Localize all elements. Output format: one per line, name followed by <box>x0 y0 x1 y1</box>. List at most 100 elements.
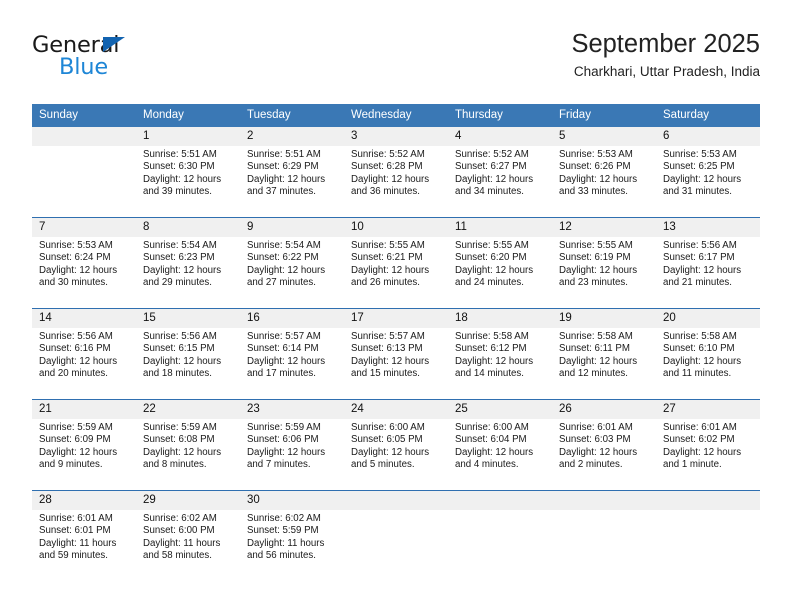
day-number-25[interactable]: 25 <box>448 399 552 419</box>
day-number-21[interactable]: 21 <box>32 399 136 419</box>
day-number-2[interactable]: 2 <box>240 127 344 146</box>
day-details-12[interactable]: Sunrise: 5:55 AM Sunset: 6:19 PM Daylight:… <box>552 237 656 309</box>
calendar-grid: Sunday Monday Tuesday Wednesday Thursday Frid… <box>32 104 760 581</box>
day-number-17[interactable]: 17 <box>344 308 448 328</box>
day-detail-line: Sunrise: 5:59 AM <box>39 422 113 433</box>
day-number-4[interactable]: 4 <box>448 127 552 146</box>
day-details-16[interactable]: Sunrise: 5:57 AM Sunset: 6:14 PM Daylight:… <box>240 328 344 400</box>
day-details-26[interactable]: Sunrise: 6:01 AM Sunset: 6:03 PM Daylight:… <box>552 419 656 491</box>
week-detail-row: Sunrise: 6:01 AM Sunset: 6:01 PM Daylight:… <box>32 510 760 581</box>
day-details-10[interactable]: Sunrise: 5:55 AM Sunset: 6:21 PM Daylight:… <box>344 237 448 309</box>
day-details-8[interactable]: Sunrise: 5:54 AM Sunset: 6:23 PM Daylight:… <box>136 237 240 309</box>
day-number-14[interactable]: 14 <box>32 308 136 328</box>
day-details-2[interactable]: Sunrise: 5:51 AM Sunset: 6:29 PM Daylight:… <box>240 146 344 218</box>
day-details-9[interactable]: Sunrise: 5:54 AM Sunset: 6:22 PM Daylight:… <box>240 237 344 309</box>
day-details-23[interactable]: Sunrise: 5:59 AM Sunset: 6:06 PM Daylight:… <box>240 419 344 491</box>
day-detail-line: Daylight: 12 hours <box>663 446 742 458</box>
day-number-23[interactable]: 23 <box>240 399 344 419</box>
day-details-29[interactable]: Sunrise: 6:02 AM Sunset: 6:00 PM Daylight:… <box>136 510 240 581</box>
day-details-3[interactable]: Sunrise: 5:52 AM Sunset: 6:28 PM Daylight:… <box>344 146 448 218</box>
day-number-8[interactable]: 8 <box>136 217 240 237</box>
day-details-24[interactable]: Sunrise: 6:00 AM Sunset: 6:05 PM Daylight:… <box>344 419 448 491</box>
day-number-9[interactable]: 9 <box>240 217 344 237</box>
day-number-20[interactable]: 20 <box>656 308 760 328</box>
day-number-24[interactable]: 24 <box>344 399 448 419</box>
day-detail-line: Daylight: 12 hours <box>663 173 742 185</box>
day-detail-line: Sunrise: 5:58 AM <box>559 331 633 342</box>
day-detail-line: and 2 minutes. <box>559 459 623 471</box>
day-details-5[interactable]: Sunrise: 5:53 AM Sunset: 6:26 PM Daylight:… <box>552 146 656 218</box>
day-number-11[interactable]: 11 <box>448 217 552 237</box>
day-details-15[interactable]: Sunrise: 5:56 AM Sunset: 6:15 PM Daylight:… <box>136 328 240 400</box>
weekday-header-thursday: Thursday <box>448 104 552 127</box>
day-number-27[interactable]: 27 <box>656 399 760 419</box>
day-details-18[interactable]: Sunrise: 5:58 AM Sunset: 6:12 PM Daylight:… <box>448 328 552 400</box>
day-detail-line: Sunset: 6:01 PM <box>39 525 111 537</box>
day-details-28[interactable]: Sunrise: 6:01 AM Sunset: 6:01 PM Daylight:… <box>32 510 136 581</box>
day-details-empty <box>448 510 552 581</box>
day-number-16[interactable]: 16 <box>240 308 344 328</box>
day-details-20[interactable]: Sunrise: 5:58 AM Sunset: 6:10 PM Daylight:… <box>656 328 760 400</box>
day-details-22[interactable]: Sunrise: 5:59 AM Sunset: 6:08 PM Daylight:… <box>136 419 240 491</box>
calendar-page: General Blue September 2025 Charkhari, U… <box>0 0 792 612</box>
day-detail-line: Sunrise: 5:59 AM <box>143 422 217 433</box>
day-number-3[interactable]: 3 <box>344 127 448 146</box>
day-details-6[interactable]: Sunrise: 5:53 AM Sunset: 6:25 PM Daylight:… <box>656 146 760 218</box>
brand-logo[interactable]: General Blue <box>32 28 272 88</box>
day-details-4[interactable]: Sunrise: 5:52 AM Sunset: 6:27 PM Daylight:… <box>448 146 552 218</box>
day-number-30[interactable]: 30 <box>240 490 344 510</box>
day-detail-line: Sunrise: 5:55 AM <box>455 240 529 251</box>
day-details-13[interactable]: Sunrise: 5:56 AM Sunset: 6:17 PM Daylight:… <box>656 237 760 309</box>
day-detail-line: Sunrise: 6:00 AM <box>351 422 425 433</box>
day-number-13[interactable]: 13 <box>656 217 760 237</box>
day-number-18[interactable]: 18 <box>448 308 552 328</box>
day-detail-line: Daylight: 12 hours <box>455 173 534 185</box>
day-detail-line: Sunset: 6:05 PM <box>351 434 423 446</box>
day-detail-line: Daylight: 12 hours <box>559 173 638 185</box>
day-number-12[interactable]: 12 <box>552 217 656 237</box>
day-detail-line: Daylight: 12 hours <box>39 264 118 276</box>
day-details-27[interactable]: Sunrise: 6:01 AM Sunset: 6:02 PM Daylight:… <box>656 419 760 491</box>
day-details-7[interactable]: Sunrise: 5:53 AM Sunset: 6:24 PM Daylight:… <box>32 237 136 309</box>
week-detail-row: Sunrise: 5:56 AM Sunset: 6:16 PM Daylight:… <box>32 328 760 400</box>
day-detail-line: Sunset: 6:16 PM <box>39 343 111 355</box>
day-detail-line: Sunrise: 5:52 AM <box>351 149 425 160</box>
day-details-17[interactable]: Sunrise: 5:57 AM Sunset: 6:13 PM Daylight:… <box>344 328 448 400</box>
day-details-empty <box>656 510 760 581</box>
day-details-25[interactable]: Sunrise: 6:00 AM Sunset: 6:04 PM Daylight:… <box>448 419 552 491</box>
day-number-22[interactable]: 22 <box>136 399 240 419</box>
day-number-10[interactable]: 10 <box>344 217 448 237</box>
day-details-19[interactable]: Sunrise: 5:58 AM Sunset: 6:11 PM Daylight:… <box>552 328 656 400</box>
day-number-1[interactable]: 1 <box>136 127 240 146</box>
day-details-30[interactable]: Sunrise: 6:02 AM Sunset: 5:59 PM Daylight:… <box>240 510 344 581</box>
page-subtitle: Charkhari, Uttar Pradesh, India <box>573 64 760 79</box>
day-detail-line: and 1 minute. <box>663 459 722 471</box>
day-detail-line: Sunrise: 5:58 AM <box>455 331 529 342</box>
day-number-29[interactable]: 29 <box>136 490 240 510</box>
day-number-19[interactable]: 19 <box>552 308 656 328</box>
day-detail-line: and 56 minutes. <box>247 550 316 562</box>
day-number-6[interactable]: 6 <box>656 127 760 146</box>
day-details-11[interactable]: Sunrise: 5:55 AM Sunset: 6:20 PM Daylight:… <box>448 237 552 309</box>
day-detail-line: Daylight: 12 hours <box>143 446 222 458</box>
day-details-14[interactable]: Sunrise: 5:56 AM Sunset: 6:16 PM Daylight:… <box>32 328 136 400</box>
day-details-21[interactable]: Sunrise: 5:59 AM Sunset: 6:09 PM Daylight:… <box>32 419 136 491</box>
day-detail-line: Sunrise: 5:56 AM <box>663 240 737 251</box>
day-number-28[interactable]: 28 <box>32 490 136 510</box>
day-details-1[interactable]: Sunrise: 5:51 AM Sunset: 6:30 PM Daylight:… <box>136 146 240 218</box>
day-number-15[interactable]: 15 <box>136 308 240 328</box>
day-number-5[interactable]: 5 <box>552 127 656 146</box>
weekday-header-friday: Friday <box>552 104 656 127</box>
day-number-26[interactable]: 26 <box>552 399 656 419</box>
day-detail-line: Sunrise: 6:02 AM <box>143 513 217 524</box>
day-number-7[interactable]: 7 <box>32 217 136 237</box>
day-detail-line: Sunset: 6:02 PM <box>663 434 735 446</box>
day-detail-line: Sunset: 5:59 PM <box>247 525 319 537</box>
day-detail-line: Sunrise: 6:02 AM <box>247 513 321 524</box>
week-number-row: 28 29 30 <box>32 490 760 510</box>
day-detail-line: and 8 minutes. <box>143 459 207 471</box>
day-detail-line: and 59 minutes. <box>39 550 108 562</box>
day-detail-line: Sunrise: 5:51 AM <box>143 149 217 160</box>
day-detail-line: Daylight: 12 hours <box>559 446 638 458</box>
day-detail-line: Sunrise: 5:55 AM <box>559 240 633 251</box>
